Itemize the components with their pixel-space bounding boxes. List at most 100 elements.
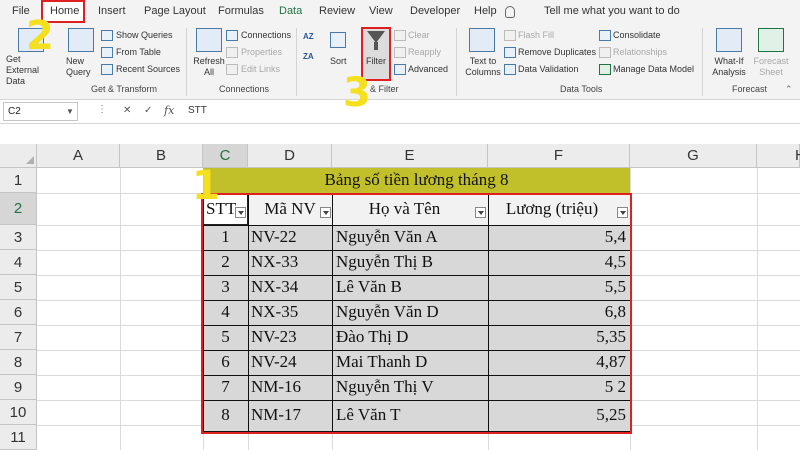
column-header-a[interactable]: A xyxy=(37,144,120,168)
row-header-4[interactable]: 4 xyxy=(0,250,37,275)
row-header-1[interactable]: 1 xyxy=(0,168,37,193)
flash-fill-button[interactable]: Flash Fill xyxy=(518,30,554,40)
recent-sources-button[interactable]: Recent Sources xyxy=(116,64,180,74)
manage-data-model-icon xyxy=(599,64,611,75)
remove-duplicates-icon xyxy=(504,47,516,58)
sort-icon xyxy=(330,32,346,48)
group-separator xyxy=(186,28,187,96)
row-header-9[interactable]: 9 xyxy=(0,375,37,400)
collapse-ribbon-icon[interactable]: ⌃ xyxy=(785,84,793,95)
row-header-7[interactable]: 7 xyxy=(0,325,37,350)
from-table-icon xyxy=(101,47,113,58)
tab-page-layout[interactable]: Page Layout xyxy=(144,5,206,17)
tab-review[interactable]: Review xyxy=(319,5,355,17)
lightbulb-icon xyxy=(505,6,515,18)
cancel-entry-icon[interactable]: ✕ xyxy=(123,105,131,116)
group-separator xyxy=(456,28,457,96)
group-separator xyxy=(296,28,297,96)
column-header-f[interactable]: F xyxy=(488,144,630,168)
step-1-label: 1 xyxy=(192,163,220,209)
filter-button[interactable]: Filter xyxy=(366,56,386,66)
edit-links-button[interactable]: Edit Links xyxy=(241,64,280,74)
step-3-label: 3 xyxy=(343,70,371,116)
flash-fill-icon xyxy=(504,30,516,41)
sort-az-icon[interactable]: AZ xyxy=(303,32,314,41)
forecast-sheet-button[interactable]: Forecast Sheet xyxy=(752,56,790,78)
row-header-6[interactable]: 6 xyxy=(0,300,37,325)
reapply-button[interactable]: Reapply xyxy=(408,47,441,57)
column-header-d[interactable]: D xyxy=(248,144,332,168)
table-title[interactable]: Bảng số tiền lương tháng 8 xyxy=(203,170,630,190)
advanced-icon xyxy=(394,64,406,75)
gridline xyxy=(120,168,121,450)
tab-home[interactable]: Home xyxy=(50,5,79,17)
column-header-h[interactable]: H xyxy=(757,144,800,168)
confirm-entry-icon[interactable]: ✓ xyxy=(144,105,152,116)
show-queries-button[interactable]: Show Queries xyxy=(116,30,173,40)
data-validation-icon xyxy=(504,64,516,75)
row-header-8[interactable]: 8 xyxy=(0,350,37,375)
more-options-icon: ⋮ xyxy=(97,104,107,115)
data-ribbon: Get External Data New Query Show Queries… xyxy=(0,24,800,100)
tab-view[interactable]: View xyxy=(369,5,393,17)
new-query-icon xyxy=(68,28,94,52)
sort-za-icon[interactable]: ZA xyxy=(303,52,314,61)
connections-group-label: Connections xyxy=(219,84,270,94)
ribbon-tab-bar: File Home Insert Page Layout Formulas Da… xyxy=(0,0,800,24)
properties-icon xyxy=(226,47,238,58)
text-to-columns-icon xyxy=(469,28,495,52)
data-tools-group-label: Data Tools xyxy=(560,84,603,94)
properties-button[interactable]: Properties xyxy=(241,47,282,57)
what-if-analysis-button[interactable]: What-If Analysis xyxy=(709,56,749,78)
sort-filter-group-label: & Filter xyxy=(370,84,399,94)
row-header-11[interactable]: 11 xyxy=(0,425,37,450)
formula-bar: C2 ▼ ⋮ ✕ ✓ fx xyxy=(0,100,800,124)
edit-links-icon xyxy=(226,64,238,75)
recent-sources-icon xyxy=(101,64,113,75)
clear-button[interactable]: Clear xyxy=(408,30,430,40)
manage-data-model-button[interactable]: Manage Data Model xyxy=(613,64,694,74)
row-header-3[interactable]: 3 xyxy=(0,225,37,250)
relationships-button[interactable]: Relationships xyxy=(613,47,667,57)
tell-me-search[interactable]: Tell me what you want to do xyxy=(544,5,680,17)
get-transform-group-label: Get & Transform xyxy=(91,84,158,94)
name-box-dropdown-icon[interactable]: ▼ xyxy=(66,107,74,116)
tab-data[interactable]: Data xyxy=(279,5,302,17)
group-separator xyxy=(702,28,703,96)
sort-button[interactable]: Sort xyxy=(330,56,347,66)
tab-help[interactable]: Help xyxy=(474,5,497,17)
relationships-icon xyxy=(599,47,611,58)
what-if-analysis-icon xyxy=(716,28,742,52)
row-header-10[interactable]: 10 xyxy=(0,400,37,425)
advanced-button[interactable]: Advanced xyxy=(408,64,448,74)
from-table-button[interactable]: From Table xyxy=(116,47,161,57)
refresh-all-button[interactable]: Refresh All xyxy=(192,56,226,78)
step-2-label: 2 xyxy=(26,13,54,59)
consolidate-button[interactable]: Consolidate xyxy=(613,30,661,40)
refresh-all-icon xyxy=(196,28,222,52)
column-header-e[interactable]: E xyxy=(332,144,488,168)
insert-function-icon[interactable]: fx xyxy=(164,104,174,117)
gridline xyxy=(757,168,758,450)
tab-insert[interactable]: Insert xyxy=(98,5,126,17)
formula-input[interactable]: STT xyxy=(188,105,207,116)
remove-duplicates-button[interactable]: Remove Duplicates xyxy=(518,47,596,57)
tab-developer[interactable]: Developer xyxy=(410,5,460,17)
table-selection-highlight xyxy=(201,193,632,434)
column-header-g[interactable]: G xyxy=(630,144,757,168)
row-header-2[interactable]: 2 xyxy=(0,193,37,225)
column-header-b[interactable]: B xyxy=(120,144,203,168)
tab-formulas[interactable]: Formulas xyxy=(218,5,264,17)
clear-icon xyxy=(394,30,406,41)
new-query-button[interactable]: New Query xyxy=(66,56,94,78)
text-to-columns-button[interactable]: Text to Columns xyxy=(463,56,503,78)
row-header-5[interactable]: 5 xyxy=(0,275,37,300)
consolidate-icon xyxy=(599,30,611,41)
forecast-sheet-icon xyxy=(758,28,784,52)
connections-button[interactable]: Connections xyxy=(241,30,291,40)
reapply-icon xyxy=(394,47,406,58)
worksheet-top-strip xyxy=(0,124,800,144)
select-all-icon xyxy=(26,156,34,164)
filter-icon-stem xyxy=(374,42,378,50)
data-validation-button[interactable]: Data Validation xyxy=(518,64,578,74)
